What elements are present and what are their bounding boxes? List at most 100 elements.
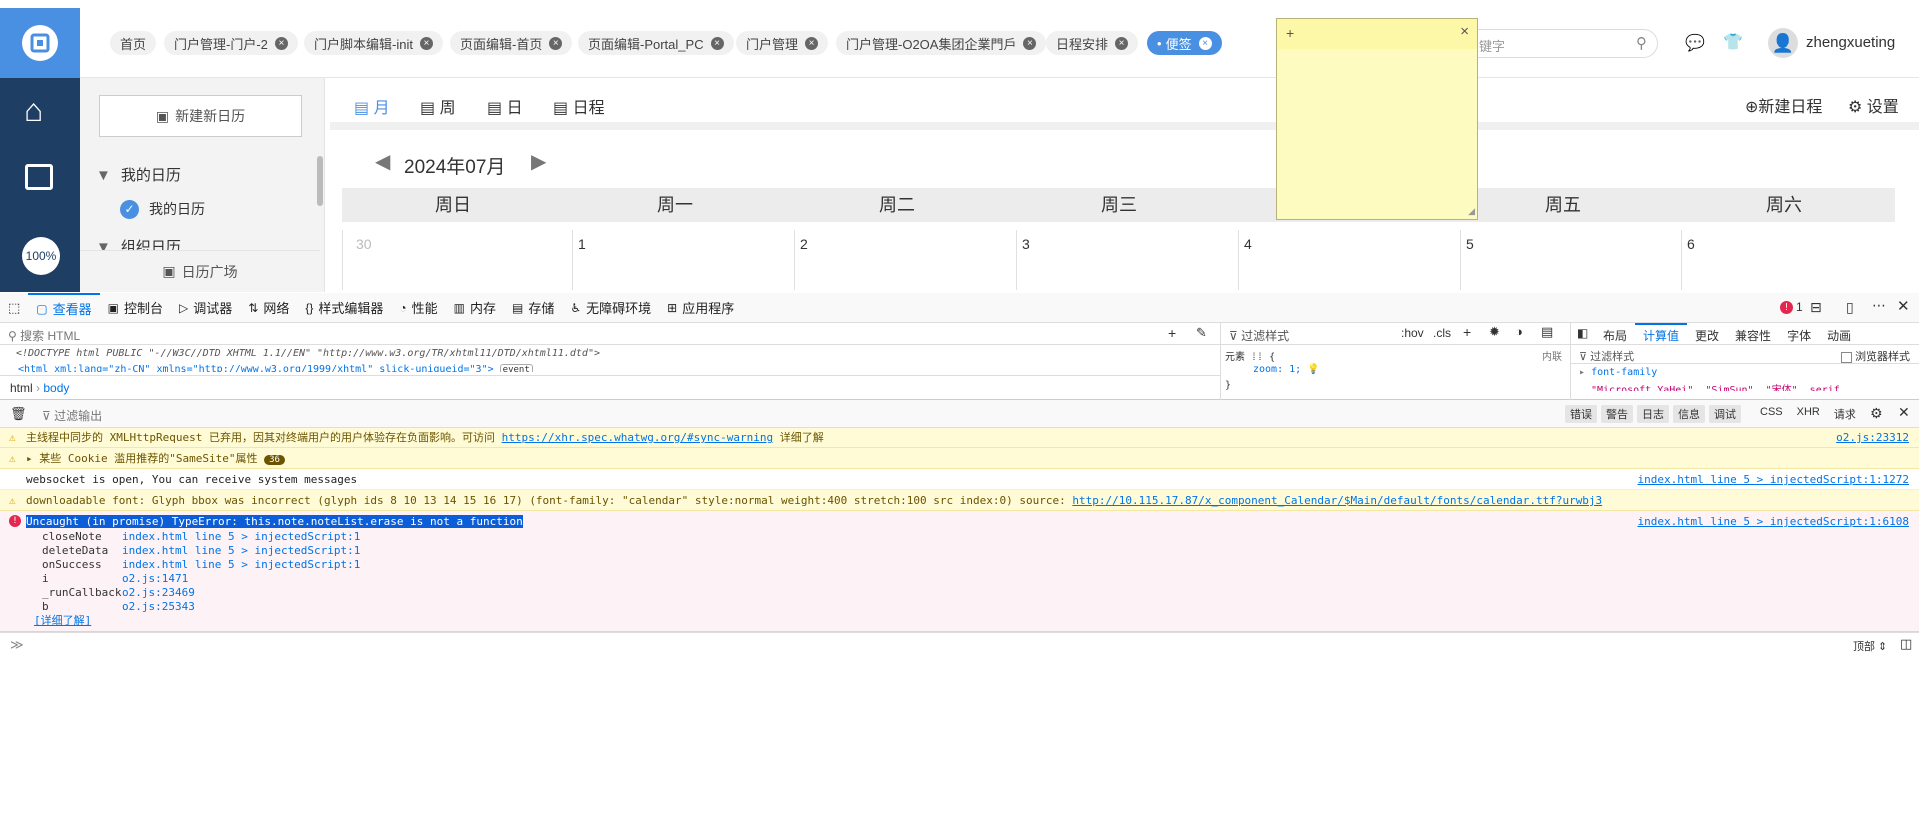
console-message-cookie-warning[interactable]: ⚠ ▸ 某些 Cookie 滥用推荐的"SameSite"属性 36 xyxy=(0,448,1919,469)
view-month[interactable]: ▤ 月 xyxy=(354,94,390,118)
message-link[interactable]: https://xhr.spec.whatwg.org/#sync-warnin… xyxy=(502,431,774,444)
cls-toggle[interactable]: .cls xyxy=(1433,326,1451,340)
tab-performance[interactable]: ◔ 性能 xyxy=(391,293,445,323)
breadcrumb-body[interactable]: body xyxy=(43,381,69,395)
search-html-input[interactable]: ⚲ 搜索 HTML + ✎ xyxy=(0,323,1220,345)
view-day[interactable]: ▤ 日 xyxy=(487,94,523,118)
dark-theme-icon[interactable]: ◑ xyxy=(1515,324,1523,339)
event-badge[interactable]: event xyxy=(499,364,533,372)
tab-network[interactable]: ⇅ 网络 xyxy=(240,293,297,323)
scrollbar[interactable] xyxy=(317,156,323,206)
day-cell[interactable]: 3 xyxy=(1022,236,1030,252)
tab-console[interactable]: ▣ 控制台 xyxy=(100,293,171,323)
app-logo[interactable] xyxy=(0,8,80,78)
tab-inspector[interactable]: ▢ 查看器 xyxy=(28,292,100,323)
source-link[interactable]: o2.js:23312 xyxy=(1836,428,1909,448)
source-link[interactable]: index.html line 5 > injectedScript:1:127… xyxy=(1637,469,1909,490)
username[interactable]: zhengxueting xyxy=(1806,34,1895,51)
learn-more-link[interactable]: 详细了解 xyxy=(780,431,824,444)
element-picker-icon[interactable]: ⬚ xyxy=(0,293,28,323)
tab-schedule[interactable]: 日程安排 × xyxy=(1046,31,1139,55)
close-icon[interactable]: ✕ xyxy=(1898,404,1910,421)
tab-application[interactable]: ⊞ 应用程序 xyxy=(659,293,742,323)
tab-page-edit-portal-pc[interactable]: 页面编辑-Portal_PC × xyxy=(578,31,734,55)
close-icon[interactable]: × xyxy=(1115,36,1129,50)
stack-frame[interactable]: onSuccess index.html line 5 > injectedScr… xyxy=(42,558,1919,572)
close-icon[interactable]: × xyxy=(419,36,433,50)
tab-memory[interactable]: ▥ 内存 xyxy=(446,293,504,323)
tab-portal-o2oa[interactable]: 门户管理-O2OA集团企業門戶 × xyxy=(836,31,1047,55)
filter-requests[interactable]: 请求 xyxy=(1829,405,1861,423)
resize-handle[interactable]: ◢ xyxy=(1468,206,1475,217)
tab-portal-manage[interactable]: 门户管理 × xyxy=(736,31,829,55)
add-rule-icon[interactable]: + xyxy=(1463,324,1471,340)
filter-errors[interactable]: 错误 xyxy=(1565,405,1597,423)
print-media-icon[interactable]: ▤ xyxy=(1541,324,1553,340)
new-schedule-button[interactable]: ⊕新建日程 xyxy=(1745,93,1822,117)
responsive-design-icon[interactable]: ▯ xyxy=(1846,299,1854,316)
view-agenda[interactable]: ▤ 日程 xyxy=(553,94,605,118)
next-month-arrow[interactable]: ▶ xyxy=(531,149,546,174)
filter-styles-input[interactable]: ⊽ 过滤样式 xyxy=(1229,327,1289,344)
console-filter-input[interactable]: ⊽ 过滤输出 xyxy=(42,407,102,424)
sticky-note-header[interactable]: + × xyxy=(1277,19,1477,49)
day-cell[interactable]: 2 xyxy=(800,236,808,252)
tab-style-editor[interactable]: {} 样式编辑器 xyxy=(297,293,391,323)
source-link[interactable]: index.html line 5 > injectedScript:1:610… xyxy=(1637,515,1909,528)
message-icon[interactable]: 💬 xyxy=(1685,33,1705,53)
filter-warnings[interactable]: 警告 xyxy=(1601,405,1633,423)
filter-debug[interactable]: 调试 xyxy=(1709,405,1741,423)
prev-month-arrow[interactable]: ◀ xyxy=(375,149,390,174)
close-icon[interactable]: × xyxy=(549,36,563,50)
stack-frame[interactable]: b o2.js:25343 xyxy=(42,600,1919,614)
day-cell[interactable]: 30 xyxy=(356,236,372,252)
add-note-button[interactable]: + xyxy=(1286,25,1294,41)
hov-toggle[interactable]: :hov xyxy=(1401,326,1424,340)
message-link[interactable]: http://10.115.17.87/x_component_Calendar… xyxy=(1072,494,1602,507)
filter-computed-input[interactable]: ⊽ 过滤样式 xyxy=(1579,348,1634,364)
stack-frame[interactable]: closeNote index.html line 5 > injectedScr… xyxy=(42,530,1919,544)
browser-styles-checkbox[interactable]: 浏览器样式 xyxy=(1841,348,1910,364)
sidebar-toggle-icon[interactable]: ◧ xyxy=(1577,326,1588,340)
check-icon[interactable]: ✓ xyxy=(120,199,139,219)
tab-home[interactable]: 首页 xyxy=(110,31,157,55)
new-calendar-button[interactable]: ▣ 新建新日历 xyxy=(99,95,302,137)
tab-debugger[interactable]: ▷ 调试器 xyxy=(171,293,240,323)
html-node[interactable]: <html xml:lang="zh-CN" xmlns="http://www… xyxy=(18,364,533,372)
close-icon[interactable]: × xyxy=(1198,36,1212,50)
tab-sticky-note[interactable]: • 便签 × xyxy=(1147,31,1222,55)
filter-info[interactable]: 信息 xyxy=(1673,405,1705,423)
rule-declaration[interactable]: zoom: 1; 💡 xyxy=(1253,364,1320,375)
tab-portal-manage-2[interactable]: 门户管理-门户-2 × xyxy=(164,31,298,55)
close-icon[interactable]: × xyxy=(1023,36,1037,50)
day-cell[interactable]: 4 xyxy=(1244,236,1252,252)
my-calendars-header[interactable]: ▼ 我的日历 xyxy=(96,164,181,185)
stack-frame[interactable]: deleteData index.html line 5 > injectedSc… xyxy=(42,544,1919,558)
zoom-button[interactable]: 100% xyxy=(22,237,60,275)
triangle-right-icon[interactable]: ▸ xyxy=(26,452,33,465)
avatar[interactable]: 👤 xyxy=(1768,28,1798,58)
tab-portal-script[interactable]: 门户脚本编辑-init × xyxy=(304,31,443,55)
close-devtools-icon[interactable]: ✕ xyxy=(1897,297,1910,315)
tab-storage[interactable]: ▤ 存储 xyxy=(504,293,562,323)
trash-icon[interactable]: 🗑 xyxy=(10,406,27,422)
day-cell[interactable]: 1 xyxy=(578,236,586,252)
learn-more-link[interactable]: [详细了解] xyxy=(34,614,1919,628)
breadcrumb-html[interactable]: html xyxy=(10,381,33,395)
skin-icon[interactable]: 👕 xyxy=(1723,32,1743,52)
close-icon[interactable]: × xyxy=(274,36,288,50)
day-cell[interactable]: 5 xyxy=(1466,236,1474,252)
close-icon[interactable]: × xyxy=(710,36,724,50)
computed-property[interactable]: ▸ font-family xyxy=(1579,367,1657,378)
filter-css[interactable]: CSS xyxy=(1755,405,1788,423)
close-icon[interactable]: × xyxy=(805,36,819,50)
calendar-item-mine[interactable]: ✓ 我的日历 xyxy=(120,199,205,219)
split-console-icon[interactable]: ⊟ xyxy=(1810,299,1822,316)
more-menu-icon[interactable]: ⋯ xyxy=(1872,297,1886,314)
error-text[interactable]: Uncaught (in promise) TypeError: this.no… xyxy=(26,515,523,528)
stack-frame[interactable]: _runCallbacko2.js:23469 xyxy=(42,586,1919,600)
doctype-node[interactable]: <!DOCTYPE html PUBLIC "-//W3C//DTD XHTML… xyxy=(16,348,600,359)
close-note-button[interactable]: × xyxy=(1460,23,1469,40)
home-icon[interactable]: ⌂ xyxy=(24,92,43,129)
calendar-icon[interactable] xyxy=(25,164,53,190)
